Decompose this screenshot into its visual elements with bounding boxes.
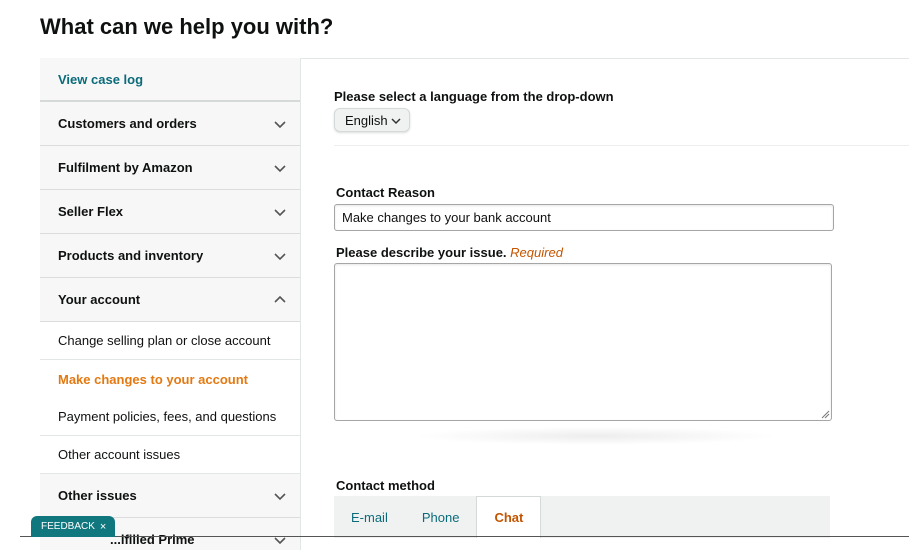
contact-reason-field[interactable]: Make changes to your bank account [334, 204, 834, 231]
sidebar-item-your-account[interactable]: Your account [40, 278, 300, 322]
contact-form-panel: Please select a language from the drop-d… [301, 58, 909, 551]
sidebar-item-seller-flex[interactable]: Seller Flex [40, 190, 300, 234]
issue-description-textarea[interactable] [334, 263, 832, 421]
chevron-down-icon [391, 118, 401, 125]
sidebar-item-customers-and-orders[interactable]: Customers and orders [40, 102, 300, 146]
issue-label: Please describe your issue. Required [336, 245, 563, 260]
feedback-button[interactable]: FEEDBACK × [31, 516, 116, 537]
chevron-down-icon [274, 252, 286, 260]
issue-label-text: Please describe your issue. [336, 245, 507, 260]
section-shadow [411, 427, 781, 445]
sidebar-item-fulfilment-by-amazon[interactable]: Fulfilment by Amazon [40, 146, 300, 190]
divider [334, 145, 909, 146]
language-selected: English [345, 112, 388, 128]
sidebar-item-label: Other issues [58, 488, 137, 503]
sub-item-make-changes-to-account[interactable]: Make changes to your account [40, 360, 300, 398]
required-indicator: Required [510, 245, 563, 260]
language-dropdown[interactable]: English [334, 108, 410, 132]
chevron-down-icon [274, 208, 286, 216]
contact-reason-value: Make changes to your bank account [342, 210, 551, 225]
page-title: What can we help you with? [40, 14, 334, 39]
tab-email[interactable]: E-mail [334, 496, 405, 538]
sidebar-item-label: Customers and orders [58, 116, 197, 131]
chevron-up-icon [274, 295, 286, 303]
sub-item-payment-policies[interactable]: Payment policies, fees, and questions [40, 398, 300, 436]
sidebar-item-label: Products and inventory [58, 248, 204, 263]
language-label: Please select a language from the drop-d… [334, 89, 614, 104]
feedback-label: FEEDBACK [41, 521, 95, 532]
sidebar-item-other-issues[interactable]: Other issues [40, 474, 300, 518]
sub-item-change-selling-plan[interactable]: Change selling plan or close account [40, 322, 300, 360]
sidebar-item-label: Seller Flex [58, 204, 124, 219]
help-sidebar: View case log Customers and orders Fulfi… [40, 58, 301, 550]
bottom-divider [20, 536, 909, 537]
view-case-log-label: View case log [58, 71, 144, 87]
tab-chat[interactable]: Chat [476, 496, 542, 538]
sub-item-other-account-issues[interactable]: Other account issues [40, 436, 300, 474]
chevron-down-icon [274, 120, 286, 128]
close-icon[interactable]: × [100, 521, 106, 533]
contact-method-tabs: E-mail Phone Chat [334, 496, 830, 538]
resize-grip-icon[interactable] [820, 409, 830, 419]
view-case-log-link[interactable]: View case log [40, 58, 300, 102]
sidebar-item-label: Your account [58, 292, 141, 307]
chevron-down-icon [274, 492, 286, 500]
chevron-down-icon [274, 164, 286, 172]
tab-phone[interactable]: Phone [405, 496, 477, 538]
contact-reason-label: Contact Reason [336, 185, 435, 200]
contact-method-label: Contact method [336, 478, 435, 493]
sidebar-item-products-and-inventory[interactable]: Products and inventory [40, 234, 300, 278]
sidebar-item-label: Fulfilment by Amazon [58, 160, 193, 175]
